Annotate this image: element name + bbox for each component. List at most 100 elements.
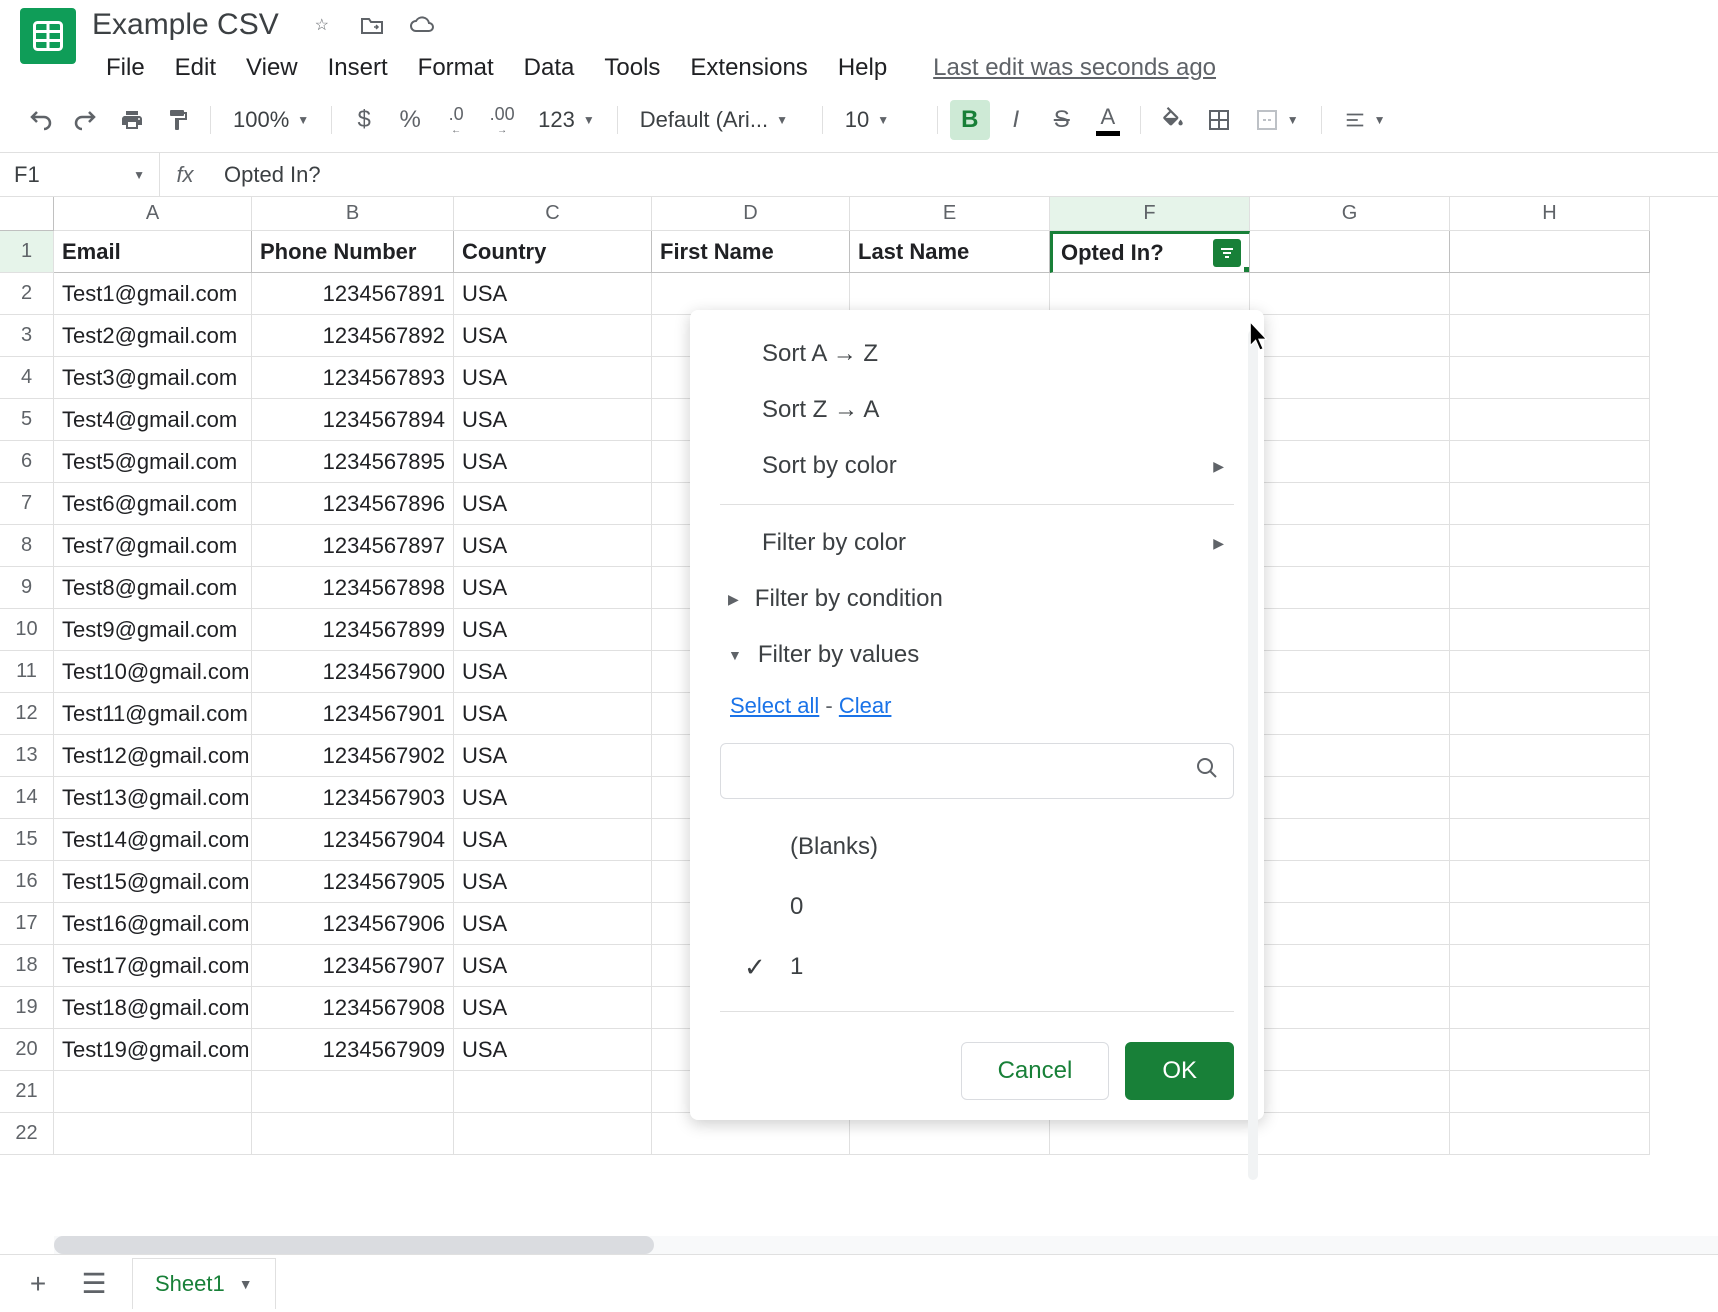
cell[interactable] [1250, 525, 1450, 567]
cell[interactable]: USA [454, 735, 652, 777]
cell[interactable]: USA [454, 693, 652, 735]
column-header[interactable]: E [850, 197, 1050, 231]
cell[interactable]: 1234567899 [252, 609, 454, 651]
filter-by-condition[interactable]: ▶Filter by condition [690, 571, 1264, 627]
cell[interactable]: 1234567901 [252, 693, 454, 735]
cell[interactable]: Opted In? [1050, 231, 1250, 273]
move-icon[interactable] [359, 12, 385, 38]
cell[interactable]: Test4@gmail.com [54, 399, 252, 441]
cell[interactable] [1250, 567, 1450, 609]
cell[interactable]: 1234567908 [252, 987, 454, 1029]
cell[interactable] [1450, 945, 1650, 987]
cell[interactable]: USA [454, 1029, 652, 1071]
cell[interactable]: Test5@gmail.com [54, 441, 252, 483]
row-header[interactable]: 19 [0, 987, 54, 1029]
column-header[interactable]: C [454, 197, 652, 231]
cell[interactable] [1450, 735, 1650, 777]
menu-format[interactable]: Format [404, 48, 508, 88]
cell[interactable] [1450, 1029, 1650, 1071]
zoom-select[interactable]: 100%▼ [223, 101, 319, 139]
cell[interactable]: USA [454, 567, 652, 609]
cell[interactable] [1250, 735, 1450, 777]
redo-button[interactable] [66, 100, 106, 140]
menu-insert[interactable]: Insert [314, 48, 402, 88]
cell[interactable] [252, 1071, 454, 1113]
star-icon[interactable]: ☆ [309, 12, 335, 38]
cell[interactable]: 1234567895 [252, 441, 454, 483]
cell[interactable] [1250, 399, 1450, 441]
borders-button[interactable] [1199, 100, 1239, 140]
add-sheet-button[interactable]: + [20, 1268, 56, 1300]
font-select[interactable]: Default (Ari...▼ [630, 101, 810, 139]
row-header[interactable]: 11 [0, 651, 54, 693]
menu-data[interactable]: Data [510, 48, 589, 88]
cell[interactable]: USA [454, 441, 652, 483]
cell[interactable] [850, 273, 1050, 315]
cell[interactable]: Test15@gmail.com [54, 861, 252, 903]
cell[interactable]: USA [454, 609, 652, 651]
cell[interactable]: 1234567892 [252, 315, 454, 357]
cell[interactable]: Test13@gmail.com [54, 777, 252, 819]
decrease-decimal-button[interactable]: .0← [436, 100, 476, 140]
cell[interactable]: Test12@gmail.com [54, 735, 252, 777]
percent-button[interactable]: % [390, 100, 430, 140]
cell[interactable] [1250, 1071, 1450, 1113]
strikethrough-button[interactable]: S [1042, 100, 1082, 140]
cell[interactable]: Last Name [850, 231, 1050, 273]
row-header[interactable]: 2 [0, 273, 54, 315]
sheet-tab[interactable]: Sheet1▼ [132, 1258, 276, 1309]
row-header[interactable]: 12 [0, 693, 54, 735]
cell[interactable]: USA [454, 987, 652, 1029]
menu-tools[interactable]: Tools [590, 48, 674, 88]
row-header[interactable]: 22 [0, 1113, 54, 1155]
cell[interactable]: 1234567898 [252, 567, 454, 609]
all-sheets-button[interactable]: ☰ [76, 1267, 112, 1300]
cell[interactable]: USA [454, 819, 652, 861]
cell[interactable] [1450, 693, 1650, 735]
menu-extensions[interactable]: Extensions [676, 48, 821, 88]
cell[interactable]: USA [454, 273, 652, 315]
row-header[interactable]: 20 [0, 1029, 54, 1071]
filter-by-color[interactable]: Filter by color▶ [690, 515, 1264, 571]
cell[interactable] [54, 1113, 252, 1155]
cell-reference[interactable]: F1▼ [0, 153, 160, 196]
cell[interactable] [1250, 693, 1450, 735]
menu-view[interactable]: View [232, 48, 312, 88]
row-header[interactable]: 5 [0, 399, 54, 441]
cell[interactable]: 1234567891 [252, 273, 454, 315]
filter-scrollbar[interactable] [1248, 330, 1258, 1180]
paint-format-button[interactable] [158, 100, 198, 140]
cell[interactable]: 1234567897 [252, 525, 454, 567]
cell[interactable]: 1234567904 [252, 819, 454, 861]
cell[interactable]: Email [54, 231, 252, 273]
cell[interactable] [1250, 609, 1450, 651]
cell[interactable]: Country [454, 231, 652, 273]
cell[interactable]: 1234567905 [252, 861, 454, 903]
cell[interactable] [252, 1113, 454, 1155]
cell[interactable]: USA [454, 945, 652, 987]
cell[interactable] [1250, 315, 1450, 357]
cell[interactable]: 1234567902 [252, 735, 454, 777]
italic-button[interactable]: I [996, 100, 1036, 140]
column-header[interactable]: H [1450, 197, 1650, 231]
cell[interactable] [1250, 903, 1450, 945]
last-edit-link[interactable]: Last edit was seconds ago [933, 54, 1216, 82]
cell[interactable] [652, 273, 850, 315]
cell[interactable]: USA [454, 483, 652, 525]
cell[interactable]: USA [454, 903, 652, 945]
menu-file[interactable]: File [92, 48, 159, 88]
cell[interactable]: Test8@gmail.com [54, 567, 252, 609]
cell[interactable] [1450, 987, 1650, 1029]
cell[interactable]: USA [454, 651, 652, 693]
cell[interactable]: Test7@gmail.com [54, 525, 252, 567]
cell[interactable]: USA [454, 399, 652, 441]
cell[interactable]: Test19@gmail.com [54, 1029, 252, 1071]
cell[interactable]: Test18@gmail.com [54, 987, 252, 1029]
filter-search-input[interactable] [735, 758, 1195, 784]
cell[interactable] [1250, 357, 1450, 399]
cell[interactable]: USA [454, 861, 652, 903]
cell[interactable]: USA [454, 777, 652, 819]
row-header[interactable]: 6 [0, 441, 54, 483]
cancel-button[interactable]: Cancel [961, 1042, 1110, 1100]
cell[interactable] [1450, 819, 1650, 861]
